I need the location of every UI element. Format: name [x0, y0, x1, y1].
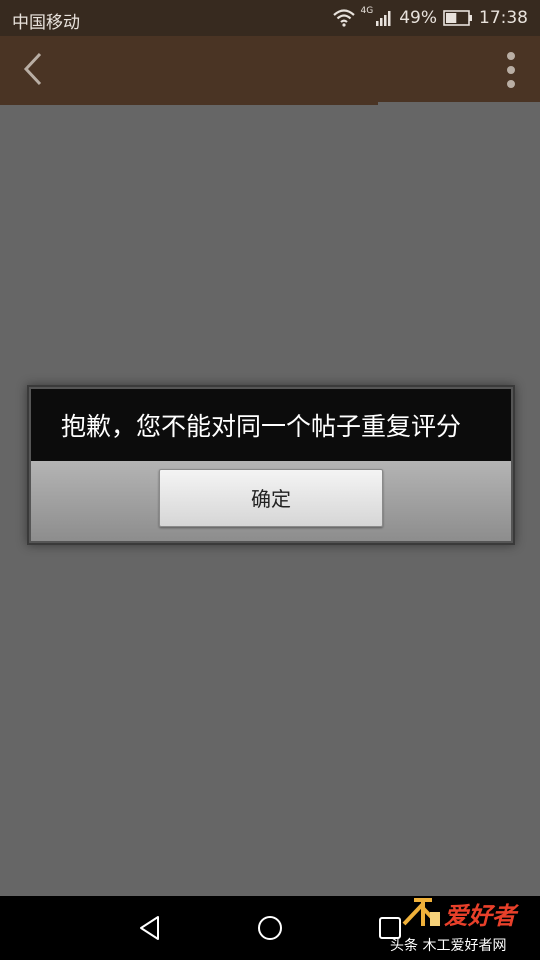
nav-home-icon[interactable]: [256, 914, 284, 942]
dialog-button-bar: 确定: [31, 461, 511, 541]
nav-back-icon[interactable]: [136, 914, 164, 942]
dialog-message-area: 抱歉，您不能对同一个帖子重复评分: [31, 389, 511, 461]
app-screen: 中国移动 4G 49% 17:38 抱歉，您不能对同一个帖子重复评分 确定 爱好…: [0, 0, 540, 960]
network-type-label: 4G: [360, 6, 374, 16]
status-bar: 中国移动 4G 49% 17:38: [0, 0, 540, 36]
page-loading-bar: [0, 102, 378, 105]
watermark-logo: 爱好者: [402, 898, 519, 930]
dialog-message: 抱歉，您不能对同一个帖子重复评分: [61, 412, 462, 441]
app-toolbar: [0, 36, 540, 102]
confirm-button[interactable]: 确定: [159, 469, 383, 527]
signal-icon: [376, 11, 391, 26]
back-arrow-icon[interactable]: [18, 50, 48, 88]
carrier-name: 中国移动: [12, 13, 80, 33]
battery-icon: [443, 10, 472, 26]
watermark-caption: 头条 木工爱好者网: [390, 938, 507, 954]
watermark-logo-text: 爱好者: [444, 902, 519, 930]
wifi-icon: [332, 9, 355, 27]
more-vertical-icon[interactable]: [504, 50, 518, 90]
status-time: 17:38: [479, 8, 528, 28]
battery-percent: 49%: [399, 8, 437, 28]
status-indicators: 4G 49% 17:38: [332, 6, 528, 28]
alert-dialog: 抱歉，您不能对同一个帖子重复评分 确定: [27, 385, 515, 545]
